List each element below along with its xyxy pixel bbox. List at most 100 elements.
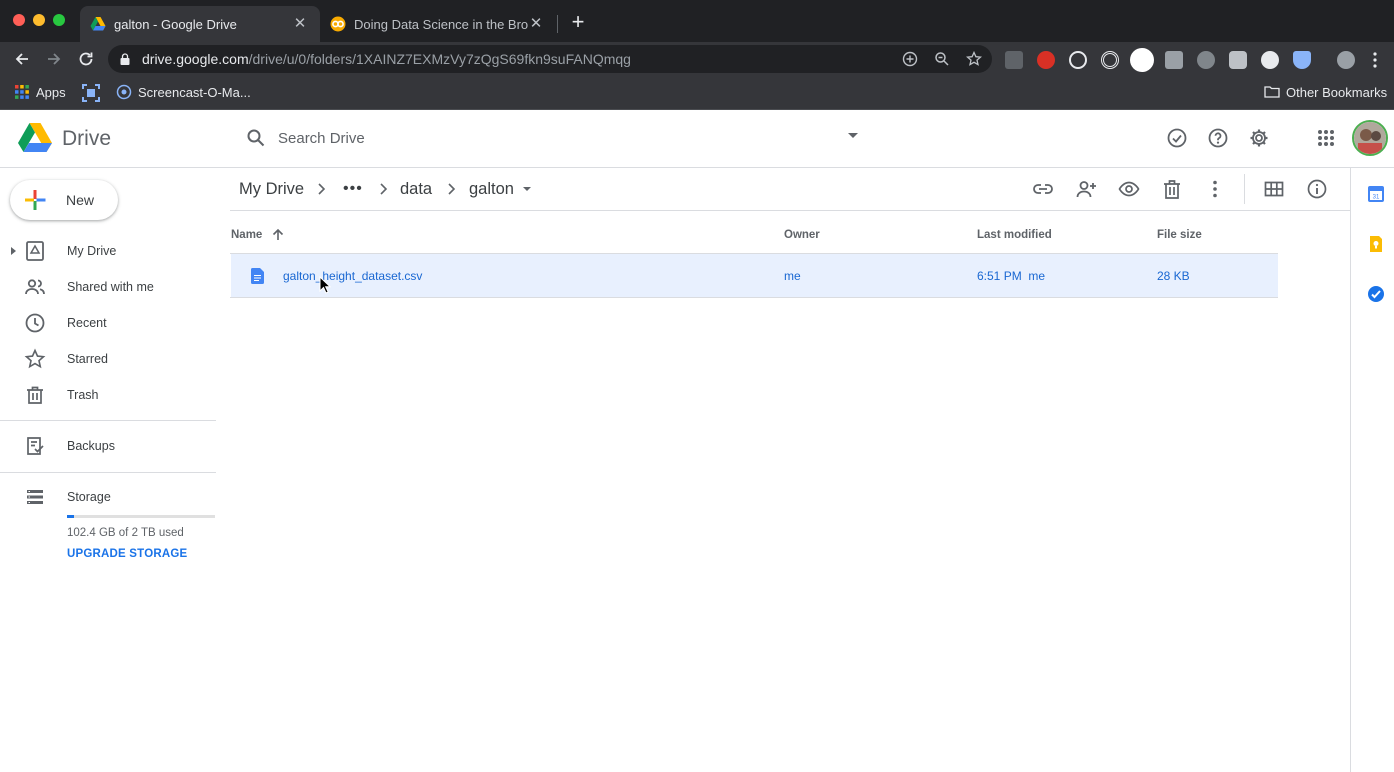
chevron-right-icon [318, 183, 326, 195]
breadcrumb-galton[interactable]: galton [469, 180, 514, 199]
extension-circle-icon[interactable] [1261, 51, 1279, 69]
column-header-file-size[interactable]: File size [1157, 229, 1202, 241]
sidebar-item-starred[interactable]: Starred [0, 343, 216, 375]
screenshot-extension-icon[interactable] [82, 84, 100, 102]
get-link-icon[interactable] [1032, 178, 1054, 200]
extension-gem-icon[interactable] [1293, 51, 1311, 69]
extension-shield-icon[interactable] [1229, 51, 1247, 69]
close-tab-icon[interactable]: ✕ [292, 16, 308, 32]
close-window-button[interactable] [13, 14, 25, 26]
tab-data-science[interactable]: Doing Data Science in the Brov ✕ [320, 6, 556, 42]
new-tab-button[interactable]: + [568, 11, 588, 33]
browser-menu-icon[interactable] [1372, 51, 1378, 69]
profile-avatar-icon[interactable] [1337, 51, 1355, 69]
extension-folder-icon[interactable] [1165, 51, 1183, 69]
tab-title: Doing Data Science in the Brov [354, 16, 528, 32]
sidebar-item-storage[interactable]: Storage [0, 481, 216, 513]
breadcrumb-more-button[interactable]: ••• [343, 180, 363, 198]
toolbar-divider [1244, 174, 1245, 204]
mouse-pointer-icon [319, 276, 331, 294]
extension-chat-icon[interactable] [1005, 51, 1023, 69]
zoom-icon[interactable] [934, 51, 950, 67]
close-tab-icon[interactable]: ✕ [528, 16, 544, 32]
sidebar-item-label: Shared with me [67, 280, 154, 294]
help-icon[interactable] [1207, 127, 1229, 149]
bookmark-other-folder[interactable]: Other Bookmarks [1264, 84, 1387, 100]
breadcrumb-data[interactable]: data [400, 180, 432, 199]
file-size: 28 KB [1157, 269, 1190, 283]
account-avatar[interactable] [1352, 120, 1388, 156]
bookmark-screencast[interactable]: Screencast-O-Ma... [116, 84, 251, 100]
bookmark-apps[interactable]: Apps [14, 84, 66, 100]
grid-view-icon[interactable] [1263, 178, 1285, 200]
column-header-name[interactable]: Name [231, 229, 262, 241]
sidebar-item-label: Backups [67, 439, 115, 453]
expand-caret-icon[interactable] [11, 247, 16, 255]
lock-icon [120, 53, 130, 65]
sidebar-item-shared[interactable]: Shared with me [0, 271, 216, 303]
reload-icon[interactable] [76, 49, 96, 69]
calendar-icon[interactable]: 31 [1367, 185, 1385, 203]
preview-eye-icon[interactable] [1118, 178, 1140, 200]
bookmark-label: Other Bookmarks [1286, 84, 1388, 100]
star-icon [24, 348, 46, 369]
browser-tab-bar: galton - Google Drive ✕ Doing Data Scien… [0, 0, 1394, 42]
breadcrumb-my-drive[interactable]: My Drive [239, 180, 304, 199]
keep-icon[interactable] [1367, 235, 1385, 253]
sidebar-item-label: My Drive [67, 244, 117, 258]
folder-menu-dropdown-icon[interactable] [523, 187, 531, 191]
bookmark-star-icon[interactable] [966, 51, 982, 67]
settings-gear-icon[interactable] [1248, 127, 1270, 149]
sidebar-divider [0, 420, 216, 421]
breadcrumb: My Drive ••• data galton [230, 168, 1350, 211]
folder-icon [1264, 86, 1280, 98]
sidebar-divider [0, 472, 216, 473]
details-info-icon[interactable] [1306, 178, 1328, 200]
drive-header: Drive [0, 110, 1394, 168]
column-header-last-modified[interactable]: Last modified [977, 229, 1052, 241]
bookmarks-bar: Apps Screencast-O-Ma... Other Bookmarks [0, 76, 1394, 110]
delete-trash-icon[interactable] [1161, 178, 1183, 200]
upgrade-storage-link[interactable]: UPGRADE STORAGE [67, 548, 187, 560]
file-name[interactable]: galton_height_dataset.csv [283, 269, 422, 283]
back-arrow-icon[interactable] [12, 49, 32, 69]
google-apps-grid-icon[interactable] [1315, 127, 1337, 149]
tab-google-drive[interactable]: galton - Google Drive ✕ [80, 6, 320, 42]
file-last-modified: 6:51 PM me [977, 269, 1046, 283]
document-file-icon [251, 268, 264, 284]
minimize-window-button[interactable] [33, 14, 45, 26]
extension-globe-icon[interactable] [1197, 51, 1215, 69]
avatar-photo [1354, 122, 1386, 154]
colab-favicon-icon [330, 16, 346, 32]
column-header-owner[interactable]: Owner [784, 229, 820, 241]
sidebar-item-my-drive[interactable]: My Drive [0, 235, 216, 267]
storage-icon [27, 490, 43, 504]
install-app-icon[interactable] [902, 51, 918, 67]
sidebar-item-recent[interactable]: Recent [0, 307, 216, 339]
new-button-label: New [66, 192, 95, 208]
storage-usage-fill [67, 515, 75, 518]
sort-ascending-arrow-icon[interactable] [271, 228, 285, 242]
tasks-icon[interactable] [1367, 285, 1385, 303]
new-button[interactable]: New [10, 180, 118, 220]
search-input[interactable] [278, 126, 818, 150]
adblock-icon[interactable] [1037, 51, 1055, 69]
google-drive-logo[interactable] [18, 123, 52, 153]
react-devtools-icon[interactable] [1069, 51, 1087, 69]
clock-icon [25, 313, 45, 333]
sidebar-item-backups[interactable]: Backups [0, 430, 216, 462]
share-add-person-icon[interactable] [1075, 178, 1097, 200]
url-text: drive.google.com/drive/u/0/folders/1XAIN… [142, 51, 631, 67]
function-extension-icon[interactable] [1130, 48, 1154, 72]
search-options-dropdown-icon[interactable] [848, 133, 858, 138]
sidebar-item-trash[interactable]: Trash [0, 379, 216, 411]
address-bar[interactable]: drive.google.com/drive/u/0/folders/1XAIN… [108, 45, 992, 73]
offline-ready-icon[interactable] [1166, 127, 1188, 149]
more-actions-icon[interactable] [1204, 178, 1226, 200]
table-row[interactable]: galton_height_dataset.csv me 6:51 PM me … [231, 254, 1278, 297]
extension-target-icon[interactable] [1101, 51, 1119, 69]
maximize-window-button[interactable] [53, 14, 65, 26]
search-icon[interactable] [246, 128, 266, 148]
forward-arrow-icon[interactable] [44, 49, 64, 69]
sidebar-item-label: Recent [67, 316, 107, 330]
